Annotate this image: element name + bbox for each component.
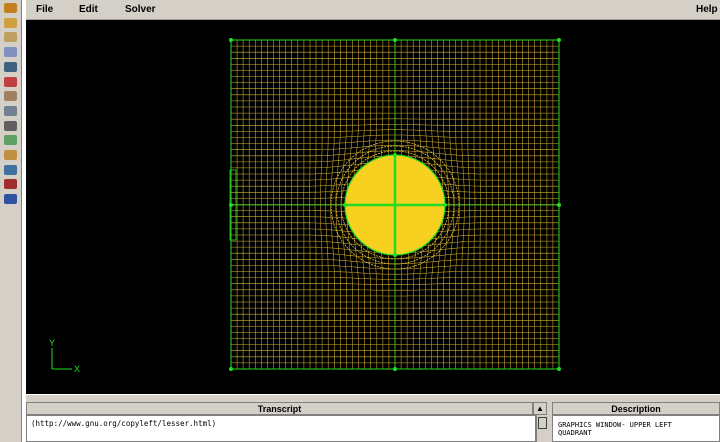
tool-7-icon[interactable] [4,91,17,102]
tool-6-icon[interactable] [4,76,17,87]
tool-10-icon[interactable] [4,135,17,146]
tool-palette [0,0,22,442]
tool-14-icon[interactable] [4,194,17,205]
mesh-vertex [443,203,447,207]
mesh-vertex [393,153,397,157]
mesh-vertex [393,203,397,207]
tool-13-icon[interactable] [4,179,17,190]
mesh-vertex [393,367,397,371]
mesh-vertex [557,367,561,371]
mesh-canvas[interactable]: YX [26,20,720,394]
menu-solver[interactable]: Solver [125,4,156,15]
menu-edit[interactable]: Edit [79,4,98,15]
tool-5-icon[interactable] [4,61,17,72]
transcript-scroll-thumb[interactable] [538,417,547,429]
mesh-vertex [229,38,233,42]
transcript-text[interactable]: (http://www.gnu.org/copyleft/lesser.html… [26,415,536,442]
tool-1-icon[interactable] [4,3,17,13]
transcript-title: Transcript [26,402,533,415]
mesh-vertex [343,203,347,207]
axis-y-label: Y [49,338,55,348]
mesh-vertex [229,367,233,371]
description-title: Description [552,402,720,415]
mesh-vertex [393,38,397,42]
mesh-vertex [393,253,397,257]
tool-12-icon[interactable] [4,164,17,175]
tool-8-icon[interactable] [4,105,17,116]
tool-4-icon[interactable] [4,47,17,58]
mesh-vertex [557,38,561,42]
menu-help[interactable]: Help [696,4,718,15]
axis-x-label: X [74,364,80,374]
transcript-scrollbar[interactable] [536,415,548,442]
tool-3-icon[interactable] [4,32,17,43]
transcript-scroll-up-icon[interactable]: ▲ [533,402,547,415]
description-text: GRAPHICS WINDOW- UPPER LEFT QUADRANT [552,415,720,442]
tool-11-icon[interactable] [4,150,17,160]
menu-bar: File Edit Solver Help [26,0,720,20]
menu-file[interactable]: File [36,4,53,15]
tool-9-icon[interactable] [4,120,17,131]
mesh-vertex [557,203,561,207]
tool-2-icon[interactable] [4,17,17,28]
graphics-window[interactable]: YX [26,20,720,394]
